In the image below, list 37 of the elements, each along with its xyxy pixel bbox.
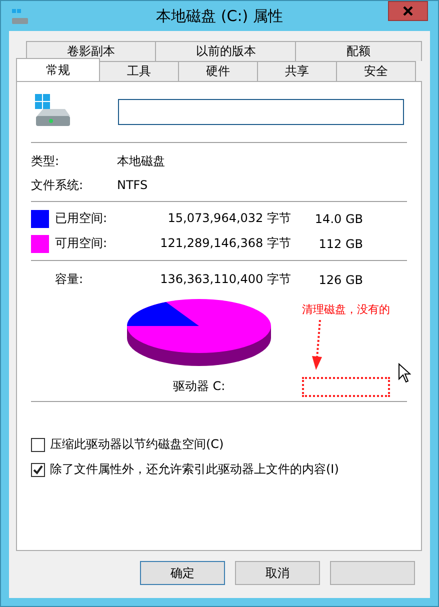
size-value: 14.0 GB xyxy=(314,212,363,226)
size-value: 112 GB xyxy=(318,236,363,250)
field-label: 文件系统: xyxy=(31,176,84,194)
dialog-button[interactable]: 取消 xyxy=(235,561,320,585)
window-title: 本地磁盘 (C:) 属性 xyxy=(156,7,283,26)
drive-icon xyxy=(11,9,29,25)
checkbox-label: 除了文件属性外，还允许索引此驱动器上文件的内容(I) xyxy=(50,461,339,478)
close-button[interactable] xyxy=(388,1,428,21)
tab[interactable]: 工具 xyxy=(99,61,179,81)
size-value: 126 GB xyxy=(318,272,363,286)
tab[interactable]: 常规 xyxy=(16,58,100,81)
tab[interactable]: 卷影副本 xyxy=(26,41,156,61)
check-icon xyxy=(33,464,43,474)
tab[interactable]: 共享 xyxy=(257,61,337,81)
checkbox[interactable] xyxy=(31,462,45,476)
space-label: 可用空间: xyxy=(55,235,108,252)
field-label: 类型: xyxy=(31,152,60,170)
checkbox-label: 压缩此驱动器以节约磁盘空间(C) xyxy=(50,436,224,453)
arrow-drawing xyxy=(312,320,324,370)
capacity-label: 容量: xyxy=(55,271,84,288)
tab[interactable]: 硬件 xyxy=(178,61,258,81)
byte-count: 121,289,146,368 字节 xyxy=(159,235,291,252)
annotation-text: 清理磁盘，没有的 xyxy=(302,302,390,317)
dialog-button[interactable]: 确定 xyxy=(140,561,225,585)
field-value: NTFS xyxy=(117,178,148,192)
name-field[interactable] xyxy=(118,99,404,125)
close-icon xyxy=(403,6,413,16)
tab[interactable]: 安全 xyxy=(336,61,416,81)
field-value: 本地磁盘 xyxy=(117,152,165,170)
tab[interactable]: 以前的版本 xyxy=(155,41,296,61)
byte-count: 136,363,110,400 字节 xyxy=(159,271,291,288)
cursor-icon xyxy=(398,363,411,383)
drive-label: 驱动器 C: xyxy=(172,378,226,395)
byte-count: 15,073,964,032 字节 xyxy=(166,210,291,227)
tab[interactable]: 配额 xyxy=(295,41,422,61)
checkbox[interactable] xyxy=(31,438,45,452)
space-label: 已用空间: xyxy=(55,210,108,227)
